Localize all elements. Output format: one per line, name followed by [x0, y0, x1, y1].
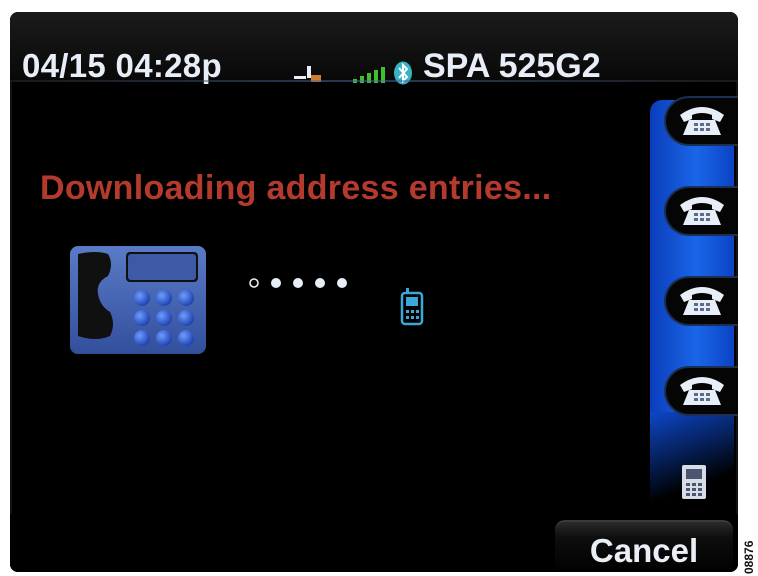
datetime: 04/15 04:28p [22, 47, 222, 84]
cancel-label: Cancel [589, 532, 699, 569]
phone-screen: 04/15 04:28p SPA 525G2 Downloading addre… [10, 12, 738, 572]
phone-icon [680, 107, 724, 135]
cancel-button[interactable]: Cancel [555, 520, 733, 572]
transfer-dots [249, 278, 347, 288]
figure-id: 08876 [742, 540, 756, 574]
line-key-1[interactable] [664, 96, 738, 146]
line-key-2[interactable] [664, 186, 738, 236]
phone-icon [680, 377, 724, 405]
line-key-4[interactable] [664, 366, 738, 416]
status-message: Downloading address entries... [40, 169, 552, 207]
phone-model: SPA 525G2 [423, 47, 601, 85]
signal-icon [353, 67, 385, 83]
phone-icon [680, 287, 724, 315]
directory-icon[interactable] [681, 464, 707, 500]
phone-icon [680, 197, 724, 225]
cellphone-icon [400, 288, 424, 326]
lan-icon [294, 66, 321, 82]
bluetooth-icon [394, 61, 412, 85]
status-bar: 04/15 04:28p SPA 525G2 [10, 12, 738, 85]
line-key-3[interactable] [664, 276, 738, 326]
desk-phone-icon [70, 246, 206, 354]
